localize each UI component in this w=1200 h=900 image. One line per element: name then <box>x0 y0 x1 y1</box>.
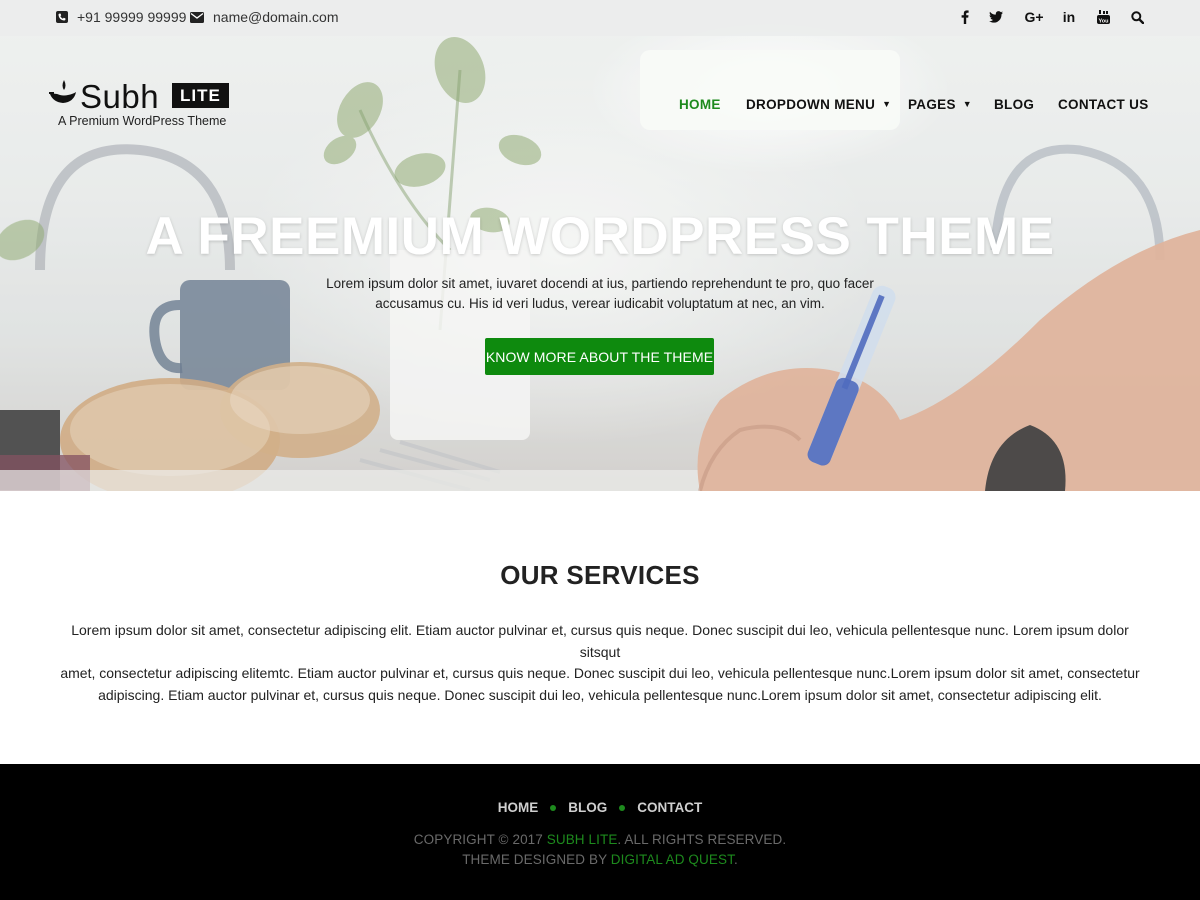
nav-item-label: BLOG <box>994 96 1035 112</box>
nav-item-dropdown-menu[interactable]: DROPDOWN MENU ▼ <box>746 92 891 116</box>
footer-link-blog[interactable]: BLOG <box>568 800 607 815</box>
footer: HOME BLOG CONTACT COPYRIGHT © 2017 SUBH … <box>0 764 1200 900</box>
designer-prefix: THEME DESIGNED BY <box>462 852 611 867</box>
google-plus-icon[interactable]: G+ <box>1021 0 1047 34</box>
phone-contact[interactable]: +91 99999 99999 <box>56 0 186 34</box>
youtube-icon[interactable]: You <box>1093 0 1113 34</box>
hero-description: Lorem ipsum dolor sit amet, iuvaret doce… <box>320 274 880 314</box>
services-title: OUR SERVICES <box>500 560 700 590</box>
services-description-line: amet, consectetur adipiscing elitemtc. E… <box>60 665 1140 681</box>
twitter-icon[interactable] <box>986 0 1006 34</box>
linkedin-icon[interactable]: in <box>1059 0 1079 34</box>
footer-separator <box>550 804 557 811</box>
caret-down-icon: ▼ <box>962 99 972 109</box>
designer-brand-link[interactable]: DIGITAL AD QUEST <box>611 852 734 867</box>
copyright-prefix: COPYRIGHT © 2017 <box>413 832 547 847</box>
nav-item-blog[interactable]: BLOG <box>994 92 1034 116</box>
email-address: name@domain.com <box>213 9 339 25</box>
phone-number: +91 99999 99999 <box>77 9 187 25</box>
services-description-line: adipiscing. Etiam auctor pulvinar et, cu… <box>98 686 1102 703</box>
nav-item-label: HOME <box>679 96 721 112</box>
nav-item-label: CONTACT US <box>1058 96 1149 112</box>
svg-text:You: You <box>1098 18 1108 24</box>
lamp-icon <box>48 78 78 115</box>
copyright-text: COPYRIGHT © 2017 SUBH LITE. ALL RIGHTS R… <box>0 832 1200 847</box>
nav-item-label: DROPDOWN MENU <box>746 96 876 112</box>
logo-tagline: A Premium WordPress Theme <box>58 114 227 128</box>
footer-link-home[interactable]: HOME <box>498 800 539 815</box>
services-description: Lorem ipsum dolor sit amet, consectetur … <box>52 620 1148 706</box>
services-description-line: Lorem ipsum dolor sit amet, consectetur … <box>71 622 1129 660</box>
hero-description-line: Lorem ipsum dolor sit amet, iuvaret doce… <box>326 276 874 291</box>
nav-item-contact-us[interactable]: CONTACT US <box>1058 92 1149 116</box>
envelope-icon <box>190 11 204 23</box>
search-icon[interactable] <box>1127 0 1147 34</box>
nav-item-label: PAGES <box>908 96 956 112</box>
footer-separator <box>619 804 626 811</box>
hero-title: A FREEMIUM WORDPRESS THEME <box>145 207 1055 266</box>
phone-icon <box>56 11 68 23</box>
topbar: +91 99999 99999 name@domain.com G+ in Yo… <box>0 0 1200 36</box>
nav-item-pages[interactable]: PAGES ▼ <box>908 92 972 116</box>
know-more-button[interactable]: KNOW MORE ABOUT THE THEME <box>485 338 714 375</box>
logo-wordmark: Subh <box>80 78 160 115</box>
footer-nav: HOME BLOG CONTACT <box>0 800 1200 815</box>
logo-badge: LITE <box>172 83 229 108</box>
site-logo[interactable]: Subh LITE A Premium WordPress Theme <box>48 78 238 132</box>
copyright-brand-link[interactable]: SUBH LITE <box>547 832 618 847</box>
designer-suffix: . <box>733 852 738 867</box>
copyright-suffix: . ALL RIGHTS RESERVED. <box>617 832 787 847</box>
email-contact[interactable]: name@domain.com <box>190 0 339 34</box>
nav-item-home[interactable]: HOME <box>679 92 721 116</box>
footer-link-contact[interactable]: CONTACT <box>637 800 702 815</box>
hero-description-line: accusamus cu. His id veri ludus, verear … <box>375 296 825 311</box>
facebook-icon[interactable] <box>955 0 975 34</box>
designer-credit: THEME DESIGNED BY DIGITAL AD QUEST. <box>0 852 1200 867</box>
caret-down-icon: ▼ <box>882 99 892 109</box>
